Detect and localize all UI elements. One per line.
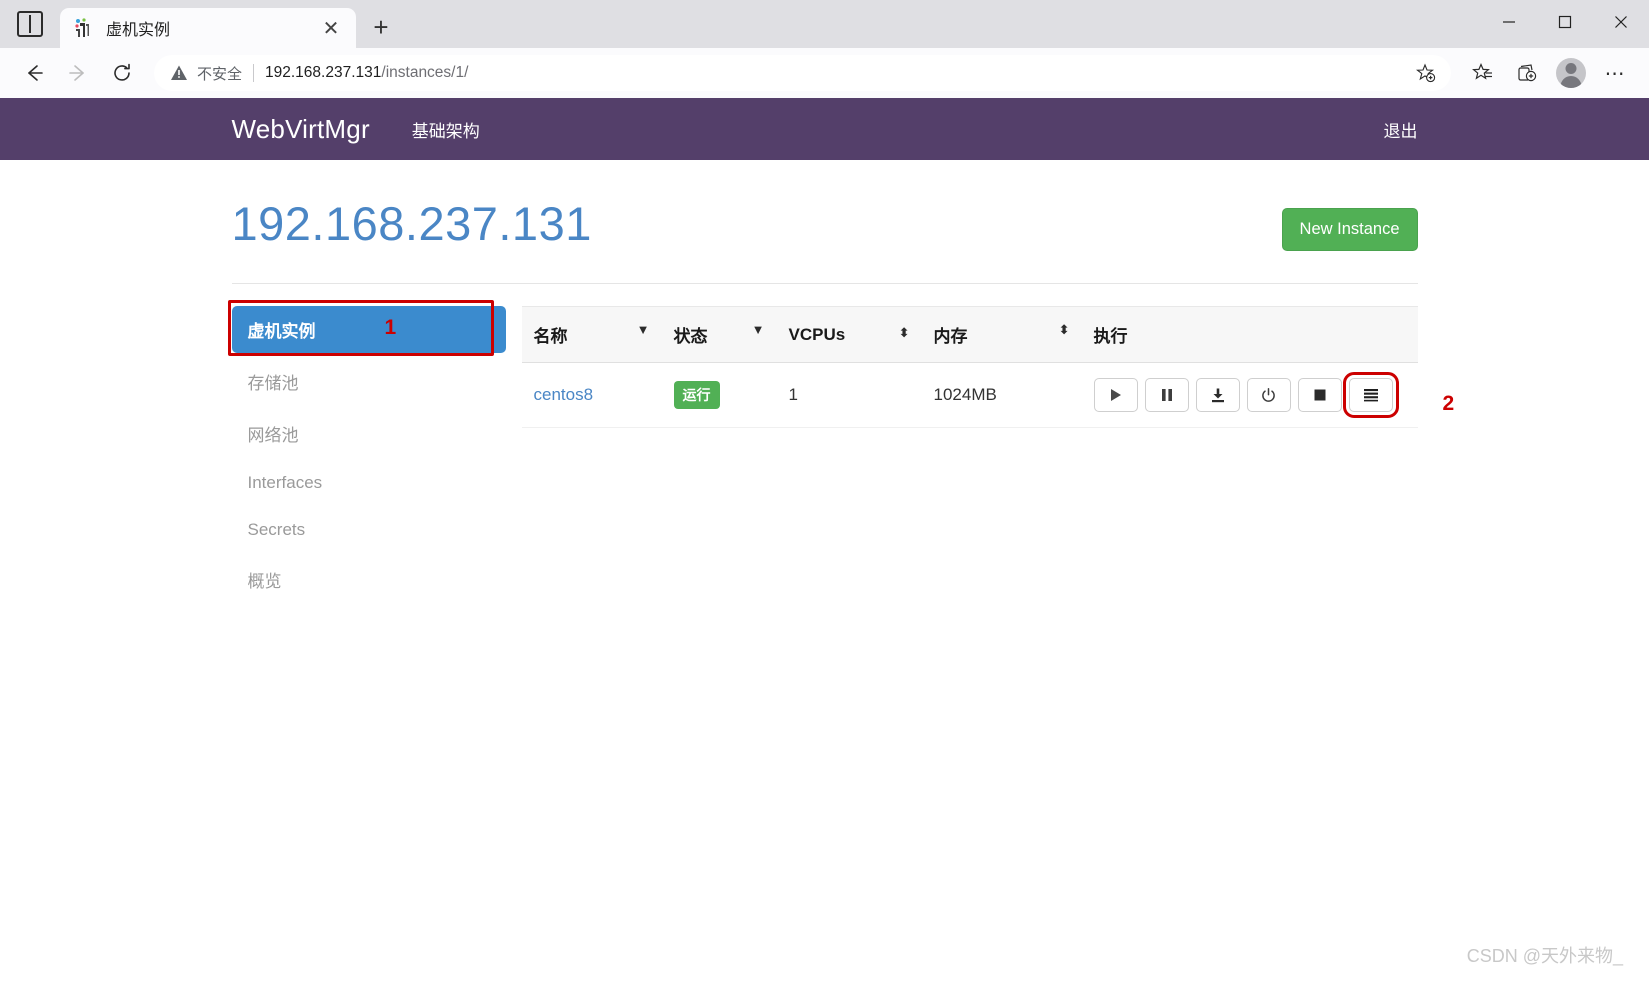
column-header-status[interactable]: 状态 ▼: [661, 306, 777, 363]
stop-icon: [1314, 389, 1325, 401]
sidebar-item-overview[interactable]: 概览: [232, 556, 506, 603]
tab-search-icon: [17, 11, 43, 37]
web-page-content: WebVirtMgr 基础架构 退出 192.168.237.131 New I…: [0, 98, 1649, 986]
column-header-vcpus[interactable]: VCPUs ⬍: [776, 306, 922, 363]
stop-button[interactable]: [1297, 378, 1342, 412]
url-text: 192.168.237.131/instances/1/: [265, 64, 468, 82]
power-button[interactable]: [1246, 378, 1291, 412]
page-container: 192.168.237.131 New Instance 虚机实例 存储池 网络…: [227, 160, 1454, 608]
avatar: [1556, 58, 1586, 88]
tab-title: 虚机实例: [106, 22, 171, 39]
close-window-button[interactable]: [1593, 0, 1649, 44]
sidebar-item-storage-pools[interactable]: 存储池: [232, 358, 506, 405]
instances-table: 名称 ▼ 状态 ▼ VCPUs ⬍ 内存 ⬍ 执行 centos8 运行 1 1…: [521, 306, 1454, 428]
back-button[interactable]: [14, 53, 54, 93]
url-host: 192.168.237.131: [265, 64, 382, 81]
annotation-number-2: 2: [1442, 392, 1455, 415]
sort-arrows-memory-icon: ⬍: [1058, 322, 1070, 337]
logout-link[interactable]: 退出: [1384, 117, 1418, 142]
pause-button[interactable]: [1144, 378, 1189, 412]
sort-arrows-vcpus-icon: ⬍: [898, 324, 910, 340]
column-header-name[interactable]: 名称 ▼: [521, 306, 662, 363]
app-brand[interactable]: WebVirtMgr: [232, 114, 410, 145]
tab-search-button[interactable]: [0, 0, 60, 48]
sidebar-nav: 虚机实例 存储池 网络池 Interfaces Secrets 概览 1: [227, 300, 522, 608]
add-favorite-icon[interactable]: [1411, 58, 1441, 88]
more-settings-icon[interactable]: ⋯: [1595, 53, 1635, 93]
page-title: 192.168.237.131: [231, 197, 592, 250]
warning-triangle-icon: [170, 64, 188, 82]
sort-caret-status-icon: ▼: [751, 322, 765, 337]
sidebar-item-instances[interactable]: 虚机实例: [231, 306, 506, 353]
content-row: 虚机实例 存储池 网络池 Interfaces Secrets 概览 1 名称 …: [227, 300, 1454, 608]
menu-list-icon: [1363, 389, 1378, 402]
column-header-actions: 执行: [1081, 306, 1418, 363]
power-icon: [1262, 387, 1275, 402]
instance-name-link[interactable]: centos8: [534, 385, 594, 404]
header-divider: [231, 283, 1418, 284]
table-body: centos8 运行 1 1024MB 2: [521, 362, 1454, 428]
sidebar-item-secrets[interactable]: Secrets: [232, 509, 506, 551]
browser-titlebar: 虚机实例 ✕ +: [0, 0, 1649, 48]
instances-table-wrapper: 名称 ▼ 状态 ▼ VCPUs ⬍ 内存 ⬍ 执行 centos8 运行 1 1…: [521, 306, 1454, 608]
download-icon: [1211, 388, 1224, 402]
cell-actions: 2: [1081, 362, 1454, 428]
download-button[interactable]: [1195, 378, 1240, 412]
nav-link-infrastructure[interactable]: 基础架构: [410, 111, 482, 148]
maximize-button[interactable]: [1537, 0, 1593, 44]
column-label-actions: 执行: [1093, 327, 1128, 346]
row-action-buttons: 2: [1093, 372, 1454, 418]
ellipsis-icon: ⋯: [1604, 62, 1626, 85]
annotation-number-1: 1: [384, 316, 397, 339]
table-head: 名称 ▼ 状态 ▼ VCPUs ⬍ 内存 ⬍ 执行: [521, 306, 1418, 363]
omnibox-divider: [253, 64, 255, 82]
new-instance-button[interactable]: New Instance: [1281, 208, 1418, 251]
reload-button[interactable]: [102, 53, 142, 93]
status-badge: 运行: [673, 381, 720, 409]
tab-close-icon[interactable]: ✕: [318, 15, 344, 41]
play-button[interactable]: [1093, 378, 1138, 412]
page-header: 192.168.237.131 New Instance: [232, 198, 1418, 251]
sort-caret-name-icon: ▼: [636, 322, 650, 337]
profile-avatar-icon[interactable]: [1551, 53, 1591, 93]
sidebar-item-network-pools[interactable]: 网络池: [232, 410, 506, 457]
minimize-button[interactable]: [1481, 0, 1537, 44]
sidebar-item-interfaces[interactable]: Interfaces: [232, 462, 506, 504]
table-header-row: 名称 ▼ 状态 ▼ VCPUs ⬍ 内存 ⬍ 执行: [521, 306, 1418, 363]
row-menu-button[interactable]: [1342, 372, 1399, 418]
watermark-text: CSDN @天外来物_: [1466, 946, 1623, 966]
browser-toolbar: 不安全 192.168.237.131/instances/1/ ⋯: [0, 48, 1649, 98]
browser-window: 虚机实例 ✕ + 不安全 192.168.237.131/instances/1…: [0, 0, 1649, 986]
column-label-status: 状态: [673, 327, 708, 346]
column-label-vcpus: VCPUs: [788, 324, 846, 344]
play-icon: [1111, 389, 1121, 401]
favorites-star-icon[interactable]: [1463, 53, 1503, 93]
cell-vcpus: 1: [776, 362, 922, 428]
column-label-name: 名称: [533, 327, 568, 346]
column-label-memory: 内存: [933, 327, 968, 346]
forward-button[interactable]: [58, 53, 98, 93]
pause-icon: [1161, 389, 1172, 401]
browser-tab[interactable]: 虚机实例 ✕: [60, 8, 356, 48]
table-row: centos8 运行 1 1024MB 2: [521, 362, 1454, 428]
window-controls: [1481, 0, 1649, 44]
app-navbar: WebVirtMgr 基础架构 退出: [0, 98, 1649, 160]
site-favicon-icon: [72, 17, 94, 39]
column-header-memory[interactable]: 内存 ⬍: [921, 306, 1082, 363]
cell-status: 运行: [661, 362, 777, 428]
collections-icon[interactable]: [1507, 53, 1547, 93]
url-path: /instances/1/: [381, 64, 469, 81]
address-bar[interactable]: 不安全 192.168.237.131/instances/1/: [154, 55, 1451, 91]
cell-name: centos8: [521, 362, 662, 428]
new-tab-button[interactable]: +: [362, 8, 400, 46]
security-status-label: 不安全: [197, 65, 243, 83]
cell-memory: 1024MB: [921, 362, 1082, 428]
